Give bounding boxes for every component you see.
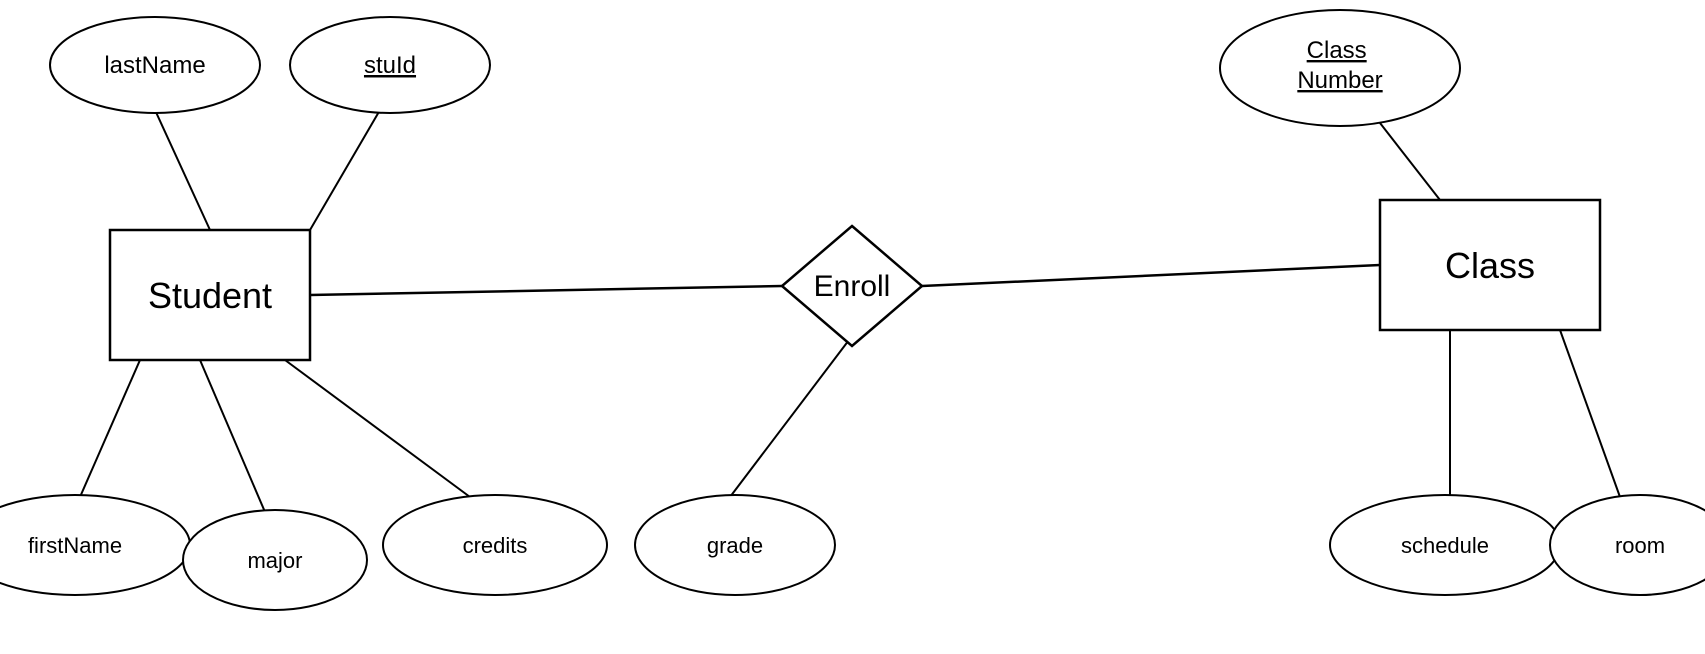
attr-firstName-label: firstName: [28, 533, 122, 558]
line-student-major: [200, 360, 265, 512]
line-student-stuId: [310, 110, 380, 230]
line-enroll-grade: [730, 336, 852, 497]
line-enroll-class: [922, 265, 1380, 286]
relationship-enroll-label: Enroll: [814, 270, 891, 303]
attr-schedule-label: schedule: [1401, 533, 1489, 558]
attr-room-label: room: [1615, 533, 1665, 558]
attr-major-label: major: [247, 548, 302, 573]
entity-student-label: Student: [148, 275, 272, 316]
line-student-lastName: [155, 110, 210, 230]
attr-lastName-label: lastName: [104, 52, 205, 79]
line-student-credits: [285, 360, 470, 497]
attr-grade-label: grade: [707, 533, 763, 558]
attr-stuId-label: stuId: [364, 52, 416, 79]
line-student-enroll: [310, 286, 782, 295]
attr-credits-label: credits: [463, 533, 528, 558]
line-class-classNumber: [1380, 123, 1440, 200]
er-diagram: Student Class Enroll lastName stuId firs…: [0, 0, 1705, 649]
line-class-room: [1560, 330, 1620, 497]
entity-class-label: Class: [1445, 245, 1535, 286]
line-student-firstName: [80, 360, 140, 497]
